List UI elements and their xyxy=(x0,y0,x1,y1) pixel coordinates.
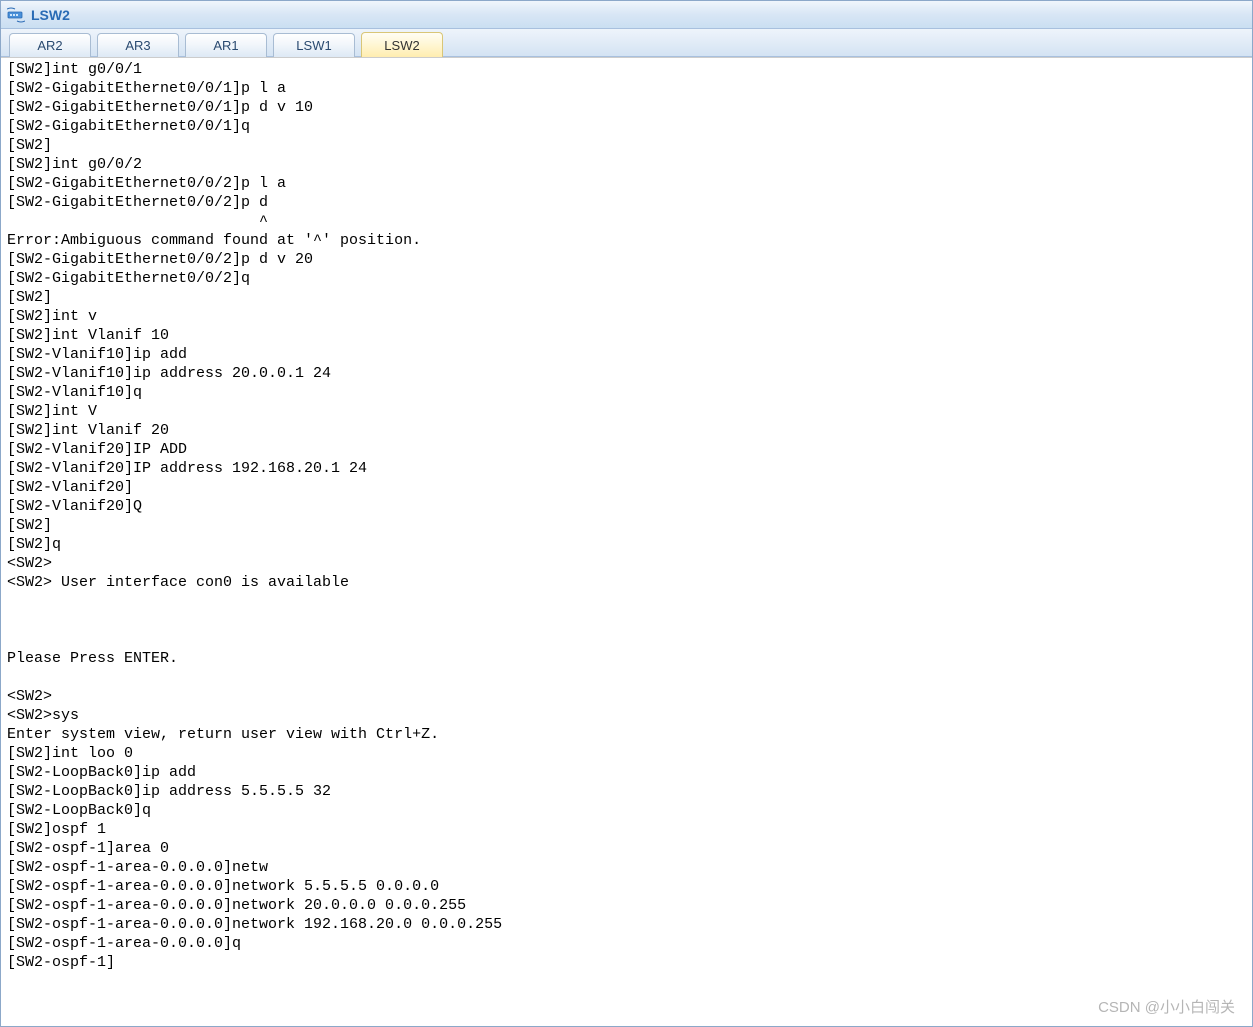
tab-lsw2[interactable]: LSW2 xyxy=(361,32,443,57)
tab-ar2[interactable]: AR2 xyxy=(9,33,91,57)
window-title: LSW2 xyxy=(31,7,70,23)
app-window: LSW2 AR2 AR3 AR1 LSW1 LSW2 [SW2]int g0/0… xyxy=(0,0,1253,1027)
tab-ar3[interactable]: AR3 xyxy=(97,33,179,57)
device-icon xyxy=(7,7,25,23)
terminal-output[interactable]: [SW2]int g0/0/1 [SW2-GigabitEthernet0/0/… xyxy=(1,57,1252,1026)
tab-lsw1[interactable]: LSW1 xyxy=(273,33,355,57)
titlebar[interactable]: LSW2 xyxy=(1,1,1252,29)
tab-label: LSW1 xyxy=(296,38,331,53)
tab-label: LSW2 xyxy=(384,38,419,53)
tab-label: AR2 xyxy=(37,38,62,53)
tab-bar: AR2 AR3 AR1 LSW1 LSW2 xyxy=(1,29,1252,57)
tab-ar1[interactable]: AR1 xyxy=(185,33,267,57)
tab-label: AR3 xyxy=(125,38,150,53)
tab-label: AR1 xyxy=(213,38,238,53)
